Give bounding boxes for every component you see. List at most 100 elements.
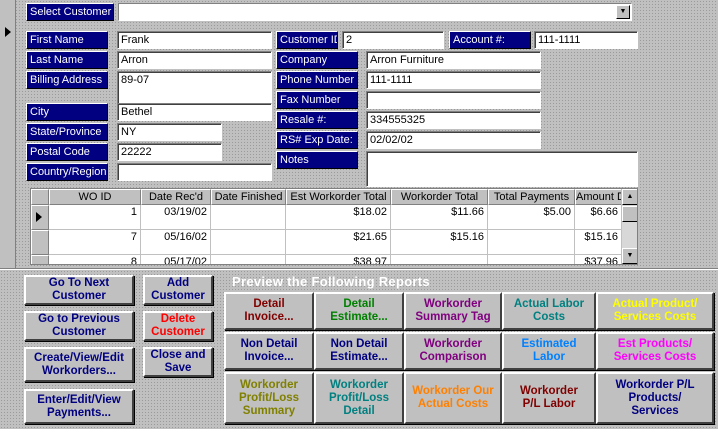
- cell-date-finished[interactable]: [211, 255, 286, 264]
- state-label: State/Province: [26, 123, 108, 141]
- payments-button[interactable]: Enter/Edit/View Payments...: [24, 389, 134, 424]
- workorder-comparison-button[interactable]: Workorder Comparison: [404, 332, 502, 370]
- workorder-pl-detail-button[interactable]: Workorder Profit/Loss Detail: [314, 372, 404, 424]
- cell-date-finished[interactable]: [211, 205, 286, 230]
- phone-label: Phone Number: [276, 71, 358, 89]
- notes-label: Notes: [276, 151, 358, 169]
- cell-amount-due[interactable]: $6.66: [575, 205, 622, 230]
- cell-date-recd[interactable]: 05/17/02: [141, 255, 211, 264]
- record-selector-bar: [0, 0, 16, 270]
- row-selector[interactable]: [31, 205, 49, 230]
- workorders-grid: WO ID Date Rec'd Date Finished Est Worko…: [30, 188, 638, 265]
- last-name-field[interactable]: Arron: [117, 51, 272, 69]
- col-header-total-payments[interactable]: Total Payments: [488, 189, 575, 205]
- col-header-wo-id[interactable]: WO ID: [49, 189, 141, 205]
- customer-id-field: 2: [342, 31, 444, 49]
- col-header-date-finished[interactable]: Date Finished: [211, 189, 286, 205]
- non-detail-invoice-button[interactable]: Non Detail Invoice...: [224, 332, 314, 370]
- account-label: Account #:: [449, 31, 531, 49]
- city-label: City: [26, 103, 108, 121]
- city-field[interactable]: Bethel: [117, 103, 272, 121]
- row-selector[interactable]: [31, 230, 49, 255]
- scroll-down-icon[interactable]: ▼: [622, 248, 637, 264]
- detail-invoice-button[interactable]: Detail Invoice...: [224, 292, 314, 330]
- current-record-icon: [5, 27, 11, 37]
- section-divider: [0, 268, 718, 270]
- first-name-label: First Name: [26, 31, 108, 49]
- table-row[interactable]: 1 03/19/02 $18.02 $11.66 $5.00 $6.66: [31, 205, 622, 230]
- first-name-field[interactable]: Frank: [117, 31, 272, 49]
- cell-amount-due[interactable]: $15.16: [575, 230, 622, 255]
- cell-est-total[interactable]: $18.02: [286, 205, 391, 230]
- cell-wo-id[interactable]: 1: [49, 205, 141, 230]
- last-name-label: Last Name: [26, 51, 108, 69]
- account-field[interactable]: 111-1111: [534, 31, 638, 49]
- workorder-summary-tag-button[interactable]: Workorder Summary Tag: [404, 292, 502, 330]
- cell-total-payments[interactable]: [488, 230, 575, 255]
- cell-total-payments[interactable]: $5.00: [488, 205, 575, 230]
- cell-date-finished[interactable]: [211, 230, 286, 255]
- col-header-date-recd[interactable]: Date Rec'd: [141, 189, 211, 205]
- grid-corner: [31, 189, 49, 205]
- cell-wo-total[interactable]: $11.66: [391, 205, 488, 230]
- postal-code-field[interactable]: 22222: [117, 143, 222, 161]
- cell-wo-id[interactable]: 7: [49, 230, 141, 255]
- go-to-previous-customer-button[interactable]: Go to Previous Customer: [24, 311, 134, 341]
- cell-amount-due[interactable]: $37.96: [575, 255, 622, 264]
- delete-customer-button[interactable]: Delete Customer: [143, 311, 213, 341]
- billing-address-field[interactable]: 89-07: [117, 71, 272, 107]
- country-field[interactable]: [117, 163, 272, 181]
- col-header-est-total[interactable]: Est Workorder Total: [286, 189, 391, 205]
- country-label: Country/Region: [26, 163, 108, 181]
- notes-field[interactable]: [366, 151, 638, 187]
- fax-label: Fax Number: [276, 91, 358, 109]
- col-header-wo-total[interactable]: Workorder Total: [391, 189, 488, 205]
- estimated-labor-button[interactable]: Estimated Labor: [502, 332, 596, 370]
- customer-id-label: Customer ID: [276, 31, 338, 49]
- scroll-thumb[interactable]: [622, 206, 637, 222]
- est-products-services-costs-button[interactable]: Est Products/ Services Costs: [596, 332, 714, 370]
- table-row[interactable]: 7 05/16/02 $21.65 $15.16 $15.16: [31, 230, 622, 255]
- postal-code-label: Postal Code: [26, 143, 108, 161]
- cell-wo-total[interactable]: $15.16: [391, 230, 488, 255]
- close-and-save-button[interactable]: Close and Save: [143, 347, 213, 377]
- detail-estimate-button[interactable]: Detail Estimate...: [314, 292, 404, 330]
- chevron-down-icon[interactable]: ▼: [616, 5, 630, 19]
- cell-wo-id[interactable]: 8: [49, 255, 141, 264]
- add-customer-button[interactable]: Add Customer: [143, 275, 213, 305]
- billing-address-label: Billing Address: [26, 71, 108, 89]
- go-to-next-customer-button[interactable]: Go To Next Customer: [24, 275, 134, 305]
- scroll-up-icon[interactable]: ▲: [622, 189, 637, 205]
- fax-field[interactable]: [366, 91, 541, 109]
- row-selector[interactable]: [31, 255, 49, 264]
- workorder-pl-products-button[interactable]: Workorder P/L Products/ Services: [596, 372, 714, 424]
- cell-est-total[interactable]: $38.97: [286, 255, 391, 264]
- phone-field[interactable]: 111-1111: [366, 71, 541, 89]
- workorder-pl-summary-button[interactable]: Workorder Profit/Loss Summary: [224, 372, 314, 424]
- cell-date-recd[interactable]: 03/19/02: [141, 205, 211, 230]
- select-customer-label: Select Customer: [26, 3, 114, 21]
- actual-labor-costs-button[interactable]: Actual Labor Costs: [502, 292, 596, 330]
- cell-total-payments[interactable]: [488, 255, 575, 264]
- cell-date-recd[interactable]: 05/16/02: [141, 230, 211, 255]
- col-header-amount-due[interactable]: Amount Due: [575, 189, 622, 205]
- rs-exp-date-label: RS# Exp Date:: [276, 131, 358, 149]
- workorder-actual-costs-button[interactable]: Workorder Our Actual Costs: [404, 372, 502, 424]
- non-detail-estimate-button[interactable]: Non Detail Estimate...: [314, 332, 404, 370]
- company-field[interactable]: Arron Furniture: [366, 51, 541, 69]
- cell-est-total[interactable]: $21.65: [286, 230, 391, 255]
- workorders-grid-header: WO ID Date Rec'd Date Finished Est Worko…: [31, 189, 622, 205]
- select-customer-combo[interactable]: ▼: [118, 3, 632, 21]
- workorder-pl-labor-button[interactable]: Workorder P/L Labor: [502, 372, 596, 424]
- state-field[interactable]: NY: [117, 123, 222, 141]
- cell-wo-total[interactable]: [391, 255, 488, 264]
- resale-field[interactable]: 334555325: [366, 111, 541, 129]
- actual-product-services-costs-button[interactable]: Actual Product/ Services Costs: [596, 292, 714, 330]
- grid-vertical-scrollbar[interactable]: ▲ ▼: [621, 189, 637, 264]
- workorders-button[interactable]: Create/View/Edit Workorders...: [24, 347, 134, 382]
- rs-exp-date-field[interactable]: 02/02/02: [366, 131, 541, 149]
- current-row-icon: [36, 212, 42, 222]
- company-label: Company: [276, 51, 358, 69]
- table-row[interactable]: 8 05/17/02 $38.97 $37.96: [31, 255, 622, 264]
- resale-label: Resale #:: [276, 111, 358, 129]
